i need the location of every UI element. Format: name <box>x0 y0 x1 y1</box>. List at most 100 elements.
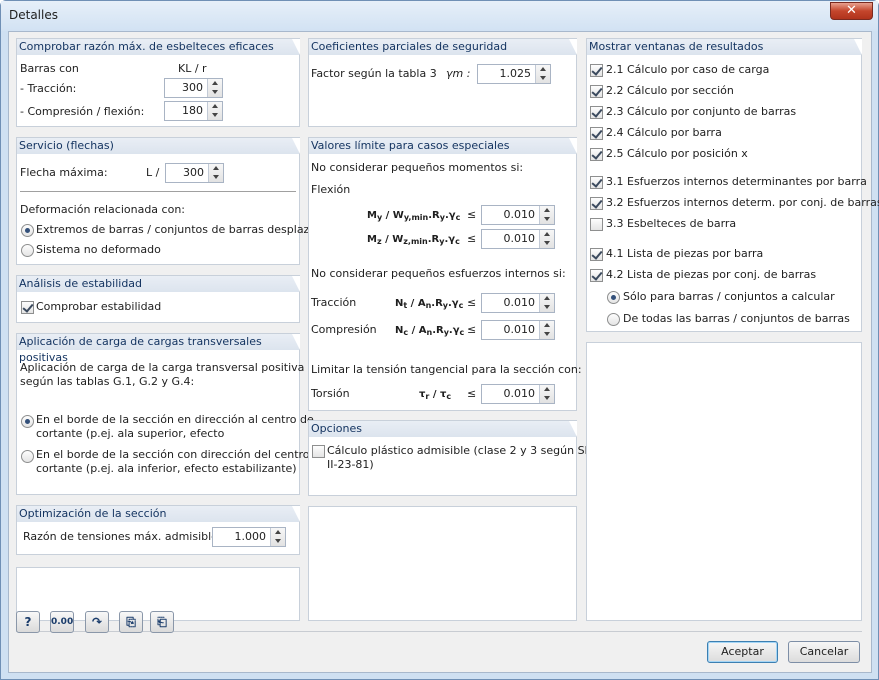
shear-title: Limitar la tensión tangencial para la se… <box>311 363 582 376</box>
traction-stepper[interactable]: 300 <box>164 78 223 98</box>
compression-stepper[interactable]: 180 <box>164 101 223 121</box>
mz-limit-stepper[interactable]: 0.010 <box>481 229 555 249</box>
my-limit-stepper[interactable]: 0.010 <box>481 205 555 225</box>
radio-top-label-2[interactable]: cortante (p.ej. ala superior, efecto <box>36 427 224 441</box>
traction-limit-stepper[interactable]: 0.010 <box>481 293 555 313</box>
radio-bottom-label-1[interactable]: En el borde de la sección con dirección … <box>36 448 327 462</box>
compression-limit-label: Compresión <box>311 323 377 336</box>
forces-title: No considerar pequeños esfuerzos interno… <box>311 267 566 280</box>
panel-header: Opciones <box>309 421 577 437</box>
result-2-4-checkbox[interactable] <box>590 127 603 140</box>
result-2-5-checkbox[interactable] <box>590 148 603 161</box>
units-button[interactable]: 0.00 <box>50 611 74 633</box>
help-icon-button[interactable]: ? <box>16 611 40 633</box>
radio-all-members[interactable] <box>607 313 620 326</box>
panel-header: Coeficientes parciales de seguridad <box>309 39 577 55</box>
stepper-arrows-icon[interactable] <box>270 528 285 546</box>
stepper-arrows-icon[interactable] <box>207 79 222 97</box>
stress-ratio-stepper[interactable]: 1.000 <box>212 527 286 547</box>
radio-undeformed[interactable] <box>21 244 34 257</box>
radio-only-calculated-label[interactable]: Sólo para barras / conjuntos a calcular <box>623 290 835 304</box>
radio-top-label-1[interactable]: En el borde de la sección en dirección a… <box>36 413 314 427</box>
panel-header: Aplicación de carga de cargas transversa… <box>17 334 300 364</box>
stepper-arrows-icon[interactable] <box>208 164 223 182</box>
torsion-limit-stepper[interactable]: 0.010 <box>481 384 555 404</box>
footer-separator <box>16 631 862 632</box>
radio-bottom-label-2[interactable]: cortante (p.ej. ala inferior, efecto est… <box>36 462 297 476</box>
result-3-1-label[interactable]: 3.1 Esfuerzos internos determinantes por… <box>606 175 867 189</box>
radio-displaced-label[interactable]: Extremos de barras / conjuntos de barras… <box>36 223 336 237</box>
cancel-button[interactable]: Cancelar <box>788 641 860 663</box>
title-bar: Detalles ✕ <box>1 1 878 31</box>
result-3-1-checkbox[interactable] <box>590 176 603 189</box>
stepper-arrows-icon[interactable] <box>539 385 554 403</box>
radio-shear-center-top[interactable] <box>21 415 34 428</box>
separator <box>20 191 296 192</box>
radio-shear-center-bottom[interactable] <box>21 450 34 463</box>
stepper-arrows-icon[interactable] <box>535 65 550 83</box>
units-icon: 0.00 <box>51 617 74 627</box>
panel-optimization: Optimización de la sección Razón de tens… <box>16 505 300 555</box>
deflection-stepper[interactable]: 300 <box>165 163 224 183</box>
stepper-arrows-icon[interactable] <box>539 206 554 224</box>
panel-slenderness: Comprobar razón máx. de esbelteces efica… <box>16 38 300 127</box>
le-symbol: ≤ <box>467 387 477 400</box>
panel-safety-factors: Coeficientes parciales de seguridad Fact… <box>308 38 577 127</box>
result-2-4-label[interactable]: 2.4 Cálculo por barra <box>606 126 722 140</box>
result-3-2-checkbox[interactable] <box>590 197 603 210</box>
radio-undeformed-label[interactable]: Sistema no deformado <box>36 243 161 257</box>
stepper-arrows-icon[interactable] <box>539 230 554 248</box>
result-4-2-label[interactable]: 4.2 Lista de piezas por conj. de barras <box>606 268 816 282</box>
result-3-2-label[interactable]: 3.2 Esfuerzos internos determ. por conj.… <box>606 196 879 210</box>
stepper-arrows-icon[interactable] <box>539 294 554 312</box>
stepper-arrows-icon[interactable] <box>207 102 222 120</box>
result-4-1-label[interactable]: 4.1 Lista de piezas por barra <box>606 247 763 261</box>
compression-limit-stepper[interactable]: 0.010 <box>481 320 555 340</box>
close-button[interactable]: ✕ <box>830 2 873 20</box>
result-2-3-checkbox[interactable] <box>590 106 603 119</box>
result-2-5-label[interactable]: 2.5 Cálculo por posición x <box>606 147 748 161</box>
plastic-calc-label-1[interactable]: Cálculo plástico admisible (clase 2 y 3 … <box>327 444 603 458</box>
result-2-1-checkbox[interactable] <box>590 64 603 77</box>
result-4-2-checkbox[interactable] <box>590 269 603 282</box>
transverse-desc-2: según las tablas G.1, G.2 y G.4: <box>20 375 195 388</box>
bars-with-label: Barras con <box>20 62 79 75</box>
radio-displaced[interactable] <box>21 224 34 237</box>
stepper-arrows-icon[interactable] <box>539 321 554 339</box>
panel-service: Servicio (flechas) Flecha máxima: L / 30… <box>16 137 336 265</box>
defaults-button[interactable]: ↷ <box>85 611 109 633</box>
check-stability-checkbox[interactable] <box>21 301 34 314</box>
accept-button[interactable]: Aceptar <box>707 641 778 663</box>
curved-arrow-icon: ↷ <box>91 615 103 629</box>
plastic-calc-checkbox[interactable] <box>312 445 325 458</box>
le-symbol: ≤ <box>467 232 477 245</box>
result-3-3-label[interactable]: 3.3 Esbelteces de barra <box>606 217 736 231</box>
mz-formula: Mz / Wz,min.Ry.γc <box>367 234 460 246</box>
result-2-1-label[interactable]: 2.1 Cálculo por caso de carga <box>606 63 769 77</box>
empty-panel-right <box>586 342 862 621</box>
safety-factor-label: Factor según la tabla 3 <box>311 67 437 80</box>
check-stability-label[interactable]: Comprobar estabilidad <box>36 300 161 314</box>
import-button[interactable]: ⎗ <box>150 611 174 633</box>
max-deflection-label: Flecha máxima: <box>20 166 108 179</box>
export-button[interactable]: ⎘ <box>119 611 143 633</box>
result-2-3-label[interactable]: 2.3 Cálculo por conjunto de barras <box>606 105 796 119</box>
result-4-1-checkbox[interactable] <box>590 248 603 261</box>
result-2-2-label[interactable]: 2.2 Cálculo por sección <box>606 84 734 98</box>
radio-all-members-label[interactable]: De todas las barras / conjuntos de barra… <box>623 312 850 326</box>
deform-label: Deformación relacionada con: <box>20 203 185 216</box>
copy-icon: ⎘ <box>126 615 136 629</box>
panel-header: Comprobar razón máx. de esbelteces efica… <box>17 39 300 55</box>
plastic-calc-label-2[interactable]: II-23-81) <box>327 458 374 472</box>
radio-only-calculated[interactable] <box>607 291 620 304</box>
transverse-desc-1: Aplicación de carga de la carga transver… <box>20 361 305 374</box>
result-3-3-checkbox[interactable] <box>590 218 603 231</box>
safety-factor-stepper[interactable]: 1.025 <box>477 64 551 84</box>
result-2-2-checkbox[interactable] <box>590 85 603 98</box>
paste-icon: ⎗ <box>157 615 167 629</box>
torsion-label: Torsión <box>311 387 350 400</box>
panel-limit-values: Valores límite para casos especiales No … <box>308 137 582 411</box>
optimization-label: Razón de tensiones máx. admisible: <box>23 530 222 543</box>
flexion-label: Flexión <box>311 183 351 196</box>
kl-r-label: KL / r <box>178 62 207 75</box>
